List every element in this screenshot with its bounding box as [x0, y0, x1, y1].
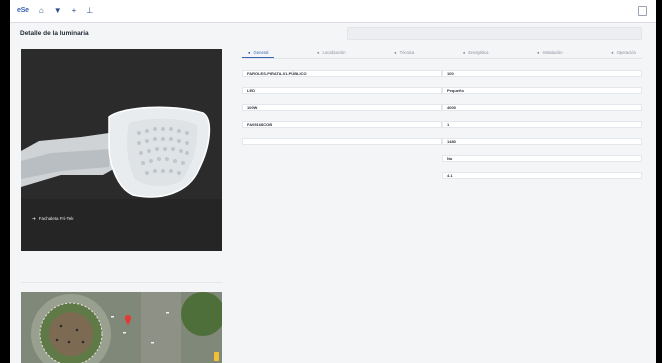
tab-operacion[interactable]: ● Operación	[605, 48, 642, 58]
tab-general[interactable]: ● General	[242, 48, 275, 58]
text-field[interactable]: FA05168COB	[242, 121, 442, 128]
tab-localizacion[interactable]: ● Localización	[311, 48, 352, 58]
photo-caption-text: Fachaleta Fri-Tek	[38, 216, 74, 221]
photo-caption: ➜ Fachaleta Fri-Tek	[32, 216, 74, 222]
user-icon[interactable]: ⊥	[86, 7, 93, 15]
text-field[interactable]: No	[442, 155, 642, 162]
map-pin-icon[interactable]: ▼	[54, 7, 62, 15]
top-toolbar: eSe ⌂ ▼ + ⊥	[10, 0, 656, 23]
satellite-map	[21, 292, 222, 363]
street-view-icon[interactable]	[214, 352, 219, 361]
info-icon: ●	[248, 50, 251, 55]
tab-energetica[interactable]: ● Energética	[457, 48, 495, 58]
operation-icon: ●	[611, 50, 614, 55]
tab-tecnica[interactable]: ● Técnica	[388, 48, 420, 58]
logo[interactable]: eSe	[17, 7, 29, 15]
text-field[interactable]: 4000	[442, 104, 642, 111]
text-field[interactable]: 100	[442, 70, 642, 77]
location-icon: ●	[316, 50, 320, 55]
text-field[interactable]: FAROLES-PIRATA-01-PÚBLICO	[242, 70, 442, 77]
add-icon[interactable]: +	[72, 7, 77, 15]
tab-instalacion[interactable]: ● Instalación	[531, 48, 569, 58]
divider	[21, 282, 222, 283]
text-field[interactable]: Pequeño	[442, 87, 642, 94]
text-field[interactable]: 1480	[442, 138, 642, 145]
text-field[interactable]: LED	[242, 87, 442, 94]
text-field[interactable]: 100W	[242, 104, 442, 111]
text-field[interactable]: 4.1	[442, 172, 642, 179]
text-field[interactable]: 1	[442, 121, 642, 128]
app-window: eSe ⌂ ▼ + ⊥ Detalle de la luminaria ➜ Fac…	[10, 0, 656, 363]
window-icon[interactable]	[638, 6, 647, 16]
arrow-right-icon: ➜	[32, 216, 36, 221]
page-title: Detalle de la luminaria	[20, 30, 89, 37]
location-map[interactable]	[21, 292, 222, 363]
install-icon: ●	[536, 50, 540, 55]
text-field[interactable]	[242, 138, 442, 145]
energy-icon: ●	[462, 50, 466, 55]
primary-action-button[interactable]	[347, 27, 642, 40]
home-icon[interactable]: ⌂	[39, 7, 44, 15]
detail-tabs: ● General ● Localización ● Técnica ● Energét…	[242, 48, 642, 59]
tech-icon: ●	[394, 50, 397, 55]
